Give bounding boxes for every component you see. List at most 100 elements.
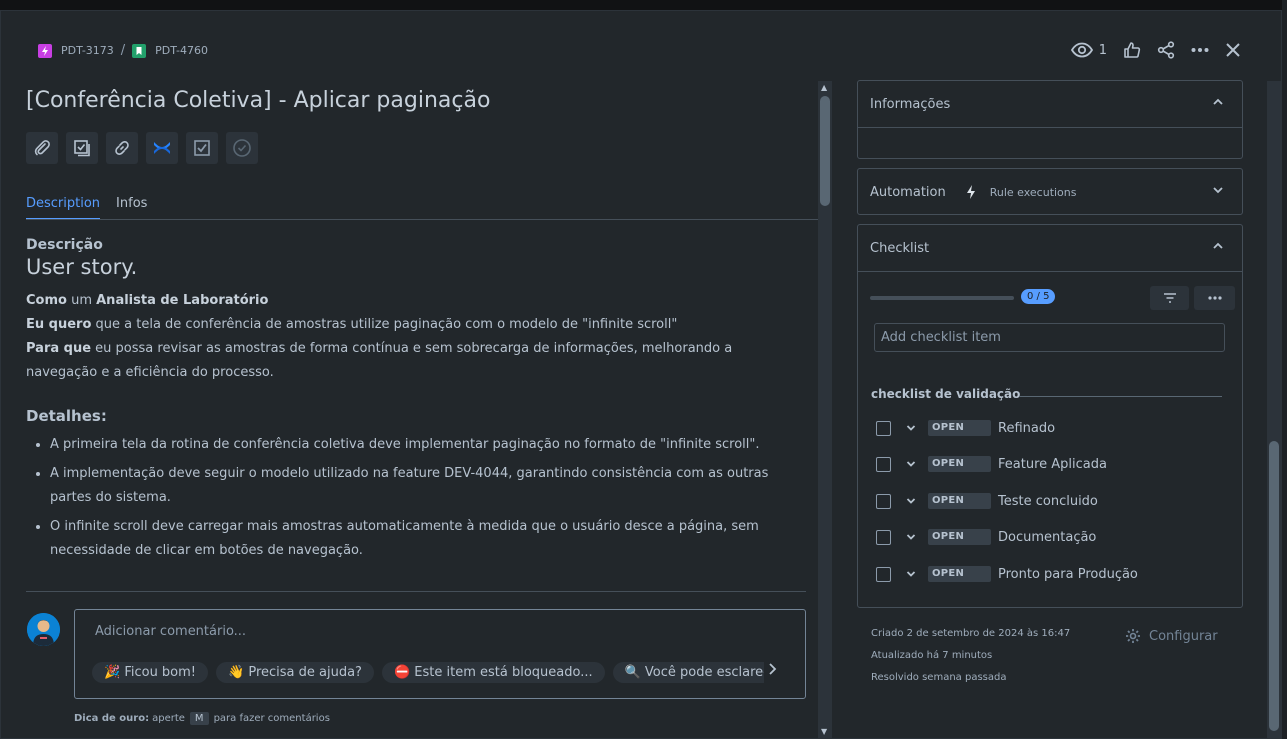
checklist-item-label[interactable]: Teste concluido [998,494,1098,509]
group-title-line [1019,396,1222,397]
checkbox-icon [194,140,210,156]
checklist-item: OPEN Teste concluido [876,491,1098,511]
checklist-item: OPEN Refinado [876,418,1055,438]
status-badge[interactable]: OPEN [928,420,991,436]
como-role: Analista de Laboratório [96,293,269,308]
add-subtask-button[interactable] [66,132,98,164]
right-scroll-thumb[interactable] [1269,441,1279,731]
header-actions: 1 [1070,41,1241,59]
checklist-checkbox[interactable] [876,420,891,436]
issue-key-link[interactable]: PDT-4760 [155,44,208,57]
share-button[interactable] [1157,41,1175,59]
chevron-down-icon [906,498,916,504]
quero-label: Eu quero [26,317,92,332]
parent-issue-link[interactable]: PDT-3173 [61,44,114,57]
chevron-down-icon [906,461,916,467]
add-checklist-input[interactable]: Add checklist item [874,323,1225,352]
configure-button[interactable]: Configurar [1125,628,1218,644]
status-badge[interactable]: OPEN [928,529,991,545]
filter-button[interactable] [1150,286,1189,310]
tab-infos[interactable]: Infos [116,196,147,220]
user-story-heading: User story. [26,255,138,279]
more-icon [1207,296,1222,300]
scroll-down-arrow[interactable]: ▼ [821,727,827,736]
share-icon [1157,41,1175,59]
checklist-panel-header[interactable]: Checklist [858,225,1242,271]
status-badge[interactable]: OPEN [928,566,991,582]
checklist-checkbox[interactable] [876,566,891,582]
description-content[interactable]: Descrição User story. Como um Analista d… [26,237,806,589]
link-icon [115,141,129,155]
checklist-item-label[interactable]: Pronto para Produção [998,567,1138,582]
scroll-up-arrow[interactable]: ▲ [821,83,827,92]
comment-editor[interactable]: Adicionar comentário... 🎉 Ficou bom! 👋 P… [74,609,806,699]
quick-reply-chip[interactable]: 👋 Precisa de ajuda? [216,662,374,683]
avatar [27,613,60,646]
right-scrollbar[interactable] [1267,81,1281,739]
left-scrollbar[interactable]: ▲ ▼ [818,81,832,739]
checklist-button[interactable] [186,132,218,164]
status-badge[interactable]: OPEN [928,493,991,509]
issue-toolbar [26,132,258,164]
checklist-title: Checklist [870,240,930,256]
breadcrumb: PDT-3173 / PDT-4760 [38,43,208,58]
rule-executions[interactable]: Rule executions [966,185,1077,199]
time-tracking-button[interactable] [226,132,258,164]
description-tabs: Description Infos [26,196,147,220]
quero-line: Eu quero que a tela de conferência de am… [26,313,806,337]
quick-reply-chip[interactable]: 🎉 Ficou bom! [92,662,209,683]
automation-title: Automation [870,184,946,200]
story-icon [132,43,147,58]
rule-executions-label: Rule executions [989,185,1077,199]
checklist-item-label[interactable]: Refinado [998,421,1055,436]
progress-badge: 0 / 5 [1021,289,1056,304]
quick-reply-chip[interactable]: ⛔ Este item está bloqueado... [381,662,605,683]
checklist-item: OPEN Documentação [876,527,1096,547]
quick-reply-chip[interactable]: 🔍 Você pode esclarecer... [612,662,764,683]
watch-button[interactable]: 1 [1070,42,1107,58]
expand-item-button[interactable] [906,533,918,541]
chevron-up-icon [1213,242,1223,249]
link-issue-button[interactable] [106,132,138,164]
comment-placeholder[interactable]: Adicionar comentário... [95,624,246,639]
tip-post: para fazer comentários [213,713,330,724]
info-panel: Informações [857,80,1243,159]
breadcrumb-separator: / [120,43,126,58]
close-icon [1226,43,1240,57]
expand-item-button[interactable] [906,460,918,468]
expand-item-button[interactable] [906,570,918,578]
close-button[interactable] [1225,42,1241,58]
panel-divider [858,127,1242,128]
info-panel-title: Informações [870,96,951,112]
automation-panel-header[interactable]: Automation Rule executions [858,169,1242,215]
status-badge[interactable]: OPEN [928,456,991,472]
tab-description[interactable]: Description [26,196,101,220]
checklist-checkbox[interactable] [876,529,891,545]
gear-icon [1126,629,1140,643]
configure-label: Configurar [1149,628,1218,644]
checklist-item-label[interactable]: Feature Aplicada [998,457,1107,472]
details-item: A primeira tela da rotina de conferência… [50,433,806,457]
checklist-more-button[interactable] [1194,286,1235,310]
details-item: O infinite scroll deve carregar mais amo… [50,515,806,563]
issue-title[interactable]: [Conferência Coletiva] - Aplicar paginaç… [26,88,490,113]
checklist-checkbox[interactable] [876,456,891,472]
confluence-button[interactable] [146,132,178,164]
checklist-item-label[interactable]: Documentação [998,530,1096,545]
attach-button[interactable] [26,132,58,164]
filter-icon [1163,293,1176,303]
tip-bold: Dica de ouro: [74,713,150,724]
checklist-checkbox[interactable] [876,493,891,509]
expand-item-button[interactable] [906,497,918,505]
chevron-down-icon [1213,187,1223,194]
info-panel-header[interactable]: Informações [858,81,1242,127]
left-scroll-thumb[interactable] [820,96,830,206]
like-button[interactable] [1123,41,1141,59]
para-label: Para que [26,341,92,356]
chips-next-button[interactable] [768,662,778,680]
background-strip [1282,0,1287,739]
more-actions-button[interactable] [1191,47,1209,53]
checklist-progress: 0 / 5 [870,286,1235,310]
shortcut-key: M [189,712,209,725]
expand-item-button[interactable] [906,424,918,432]
